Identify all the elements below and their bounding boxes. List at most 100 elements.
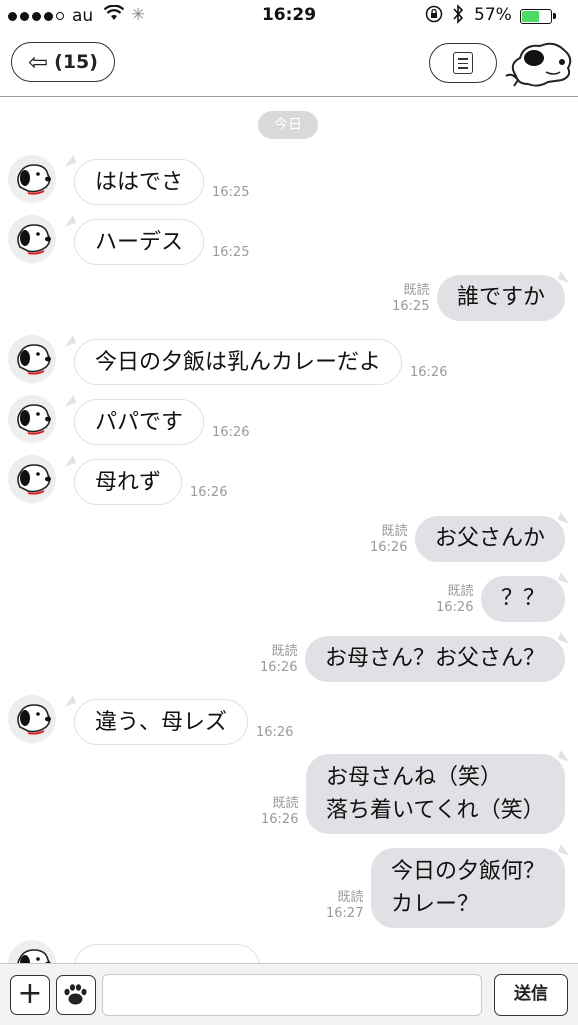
sender-avatar[interactable] bbox=[8, 940, 56, 963]
message-meta: 16:26 bbox=[190, 485, 227, 501]
snoopy-avatar-icon bbox=[17, 344, 51, 375]
bubble-tail bbox=[61, 695, 77, 707]
message-meta: 16:25 bbox=[212, 185, 249, 201]
read-receipt: 既読 bbox=[403, 283, 430, 298]
message-text: 母れず bbox=[95, 470, 162, 495]
read-receipt: 既読 bbox=[447, 584, 474, 599]
message-text: お母さん？お父さん？ bbox=[325, 646, 546, 671]
battery-icon bbox=[520, 9, 556, 24]
bubble-tail bbox=[557, 844, 573, 856]
message-timestamp: 16:26 bbox=[260, 660, 298, 675]
snoopy-avatar-icon bbox=[505, 42, 572, 87]
message-meta: 既読 16:26 bbox=[436, 584, 473, 616]
incoming-message-bubble[interactable]: 今日の夕飯は乳んカレーだよ bbox=[74, 339, 403, 385]
bubble-tail bbox=[61, 335, 77, 347]
outgoing-message-bubble[interactable]: 今日の夕飯何？ カレー？ bbox=[371, 848, 566, 928]
list-icon bbox=[453, 52, 473, 74]
message-text: 今日の夕飯は乳んカレーだよ bbox=[95, 350, 382, 375]
message-meta: 16:26 bbox=[212, 425, 249, 441]
read-receipt: 既読 bbox=[337, 890, 364, 905]
chat-header: ⇦ (15) bbox=[0, 32, 578, 97]
message-timestamp: 16:26 bbox=[212, 425, 250, 440]
plus-button[interactable]: + bbox=[10, 975, 50, 1015]
message-text: 誰ですか bbox=[457, 285, 546, 310]
read-receipt: 既読 bbox=[271, 644, 298, 659]
back-button[interactable]: ⇦ (15) bbox=[11, 42, 115, 82]
composer-bar: + 送信 bbox=[0, 963, 578, 1025]
incoming-message-bubble[interactable]: ハーデス bbox=[74, 219, 205, 265]
date-separator: 今日 bbox=[258, 111, 318, 139]
plus-icon: + bbox=[17, 976, 43, 1011]
message-meta: 既読 16:26 bbox=[370, 524, 407, 556]
incoming-message-bubble[interactable]: パパです bbox=[74, 399, 205, 445]
message-list[interactable]: 今日 ははでさ 16:25 ハーデス 16:25 誰ですか 既読 16:25 今日の夕飯は乳ん… bbox=[0, 97, 578, 963]
incoming-message-bubble[interactable] bbox=[74, 944, 260, 963]
sender-avatar[interactable] bbox=[8, 455, 56, 503]
outgoing-message-bubble[interactable]: お母さん？お父さん？ bbox=[305, 636, 566, 682]
bubble-tail bbox=[557, 512, 573, 524]
message-meta: 既読 16:25 bbox=[392, 283, 429, 315]
message-timestamp: 16:25 bbox=[212, 185, 250, 200]
read-receipt: 既読 bbox=[381, 524, 408, 539]
message-timestamp: 16:26 bbox=[261, 812, 299, 827]
message-text: ？？ bbox=[501, 586, 546, 611]
snoopy-avatar-icon bbox=[17, 164, 51, 195]
incoming-message-bubble[interactable]: 違う、母レズ bbox=[74, 699, 249, 745]
sender-avatar[interactable] bbox=[8, 395, 56, 443]
message-timestamp: 16:26 bbox=[190, 485, 228, 500]
sender-avatar[interactable] bbox=[8, 335, 56, 383]
outgoing-message-bubble[interactable]: 誰ですか bbox=[437, 275, 566, 321]
message-timestamp: 16:26 bbox=[370, 540, 408, 555]
send-button[interactable]: 送信 bbox=[494, 974, 568, 1016]
message-timestamp: 16:25 bbox=[212, 245, 250, 260]
incoming-message-bubble[interactable]: ははでさ bbox=[74, 159, 205, 205]
message-text-line: カレー？ bbox=[391, 892, 480, 917]
snoopy-avatar-icon bbox=[17, 224, 51, 255]
message-timestamp: 16:26 bbox=[410, 365, 448, 380]
incoming-message-bubble[interactable]: 母れず bbox=[74, 459, 183, 505]
sender-avatar[interactable] bbox=[8, 155, 56, 203]
snoopy-avatar-icon bbox=[17, 464, 51, 495]
bubble-tail bbox=[61, 455, 77, 467]
battery-percent: 57% bbox=[474, 5, 512, 25]
message-meta: 16:26 bbox=[410, 365, 447, 381]
read-receipt: 既読 bbox=[272, 796, 299, 811]
message-meta: 既読 16:26 bbox=[260, 644, 297, 676]
outgoing-message-bubble[interactable]: ？？ bbox=[481, 576, 566, 622]
message-timestamp: 16:25 bbox=[392, 299, 430, 314]
message-timestamp: 16:26 bbox=[436, 600, 474, 615]
paw-icon bbox=[64, 984, 87, 1005]
bubble-tail bbox=[557, 271, 573, 283]
message-timestamp: 16:26 bbox=[256, 725, 294, 740]
message-text-line: 今日の夕飯何？ bbox=[391, 859, 546, 884]
message-meta: 16:26 bbox=[256, 725, 293, 741]
orientation-lock-icon bbox=[425, 5, 443, 28]
outgoing-message-bubble[interactable]: お父さんか bbox=[415, 516, 566, 562]
bubble-tail bbox=[557, 572, 573, 584]
message-text: ははでさ bbox=[95, 170, 184, 195]
back-arrow-icon: ⇦ bbox=[28, 48, 49, 76]
message-input[interactable] bbox=[102, 974, 482, 1016]
unread-count: (15) bbox=[54, 51, 98, 73]
sender-avatar[interactable] bbox=[8, 215, 56, 263]
bluetooth-icon bbox=[452, 4, 464, 29]
snoopy-avatar-icon bbox=[17, 404, 51, 435]
message-text-line: お母さんね（笑） bbox=[326, 765, 503, 790]
message-meta: 既読 16:26 bbox=[261, 796, 298, 828]
message-timestamp: 16:27 bbox=[326, 906, 364, 921]
menu-button[interactable] bbox=[429, 43, 497, 83]
contact-avatar[interactable] bbox=[502, 36, 574, 94]
bubble-tail bbox=[61, 395, 77, 407]
outgoing-message-bubble[interactable]: お母さんね（笑） 落ち着いてくれ（笑） bbox=[306, 754, 565, 834]
message-text-line: 落ち着いてくれ（笑） bbox=[326, 798, 545, 823]
message-text: 違う、母レズ bbox=[95, 710, 228, 735]
sticker-button[interactable] bbox=[56, 975, 96, 1015]
status-bar: au ✳ 16:29 57% bbox=[0, 0, 578, 32]
message-text: パパです bbox=[95, 410, 184, 435]
bubble-tail bbox=[557, 632, 573, 644]
sender-avatar[interactable] bbox=[8, 695, 56, 743]
snoopy-avatar-icon bbox=[17, 704, 51, 735]
bubble-tail bbox=[61, 155, 77, 167]
message-text: お父さんか bbox=[435, 526, 546, 551]
bubble-tail bbox=[61, 215, 77, 227]
